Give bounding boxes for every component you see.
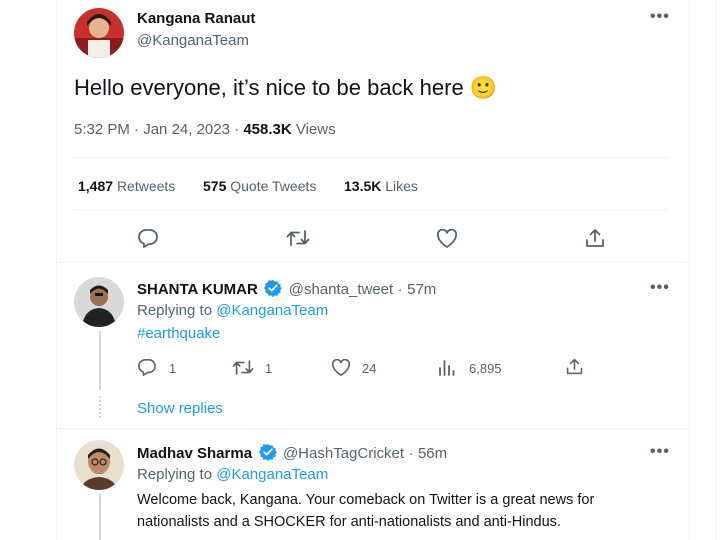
tweet-text: Hello everyone, it’s nice to be back her… [74,75,497,101]
retweet-count: 1 [265,361,273,376]
reply-author-name[interactable]: SHANTA KUMAR [137,281,258,298]
divider [57,262,687,263]
more-options-button[interactable]: ••• [650,279,670,297]
right-sidebar-edge [715,0,720,540]
thread-line [99,494,101,540]
meta-separator: · [408,445,414,462]
smile-emoji-icon: 🙂 [469,75,498,100]
retweets-count: 1,487 [78,178,114,194]
reply-icon[interactable] [137,228,159,248]
author-name[interactable]: Kangana Ranaut [137,10,255,27]
retweet-icon[interactable] [286,229,310,247]
reply-author-name[interactable]: Madhav Sharma [137,445,252,462]
reply-author-handle[interactable]: @shanta_tweet [289,281,393,298]
show-replies-link[interactable]: Show replies [137,400,223,417]
retweets-label: Retweets [116,178,176,194]
tweet-date[interactable]: Jan 24, 2023 [143,121,230,138]
reply-author-handle[interactable]: @HashTagCricket [283,445,404,462]
like-count: 24 [362,361,377,376]
views-label: Views [295,121,336,138]
tweet-meta: 5:32 PM · Jan 24, 2023 · 458.3K Views [74,121,336,138]
meta-separator: · [397,281,403,298]
replying-to-link[interactable]: @KanganaTeam [216,466,328,483]
thread-line [99,331,101,390]
divider [57,428,687,429]
more-options-button[interactable]: ••• [650,8,670,26]
divider [74,209,669,210]
author-handle[interactable]: @KanganaTeam [137,32,249,49]
reply-header: SHANTA KUMAR @shanta_tweet · 57m [137,279,436,302]
retweet-icon[interactable] [232,359,254,376]
tweet-text-content: Hello everyone, it’s nice to be back her… [74,75,464,100]
share-icon[interactable] [565,357,584,376]
replying-to: Replying to @KanganaTeam [137,302,328,319]
reply-time[interactable]: 56m [418,445,447,462]
likes-stat[interactable]: 13.5K Likes [344,178,418,194]
reply-icon[interactable] [137,358,157,376]
reply-hashtag[interactable]: #earthquake [137,325,220,342]
share-icon[interactable] [584,227,606,249]
thread-dots [99,396,103,418]
retweets-stat[interactable]: 1,487 Retweets [78,178,175,194]
reply-header: Madhav Sharma @HashTagCricket · 56m [137,443,447,466]
reply-time[interactable]: 57m [407,281,436,298]
replying-label: Replying to [137,466,213,483]
divider [74,157,669,158]
quotes-count: 575 [203,178,227,194]
views-count: 458.3K [243,121,292,138]
quotes-label: Quote Tweets [230,178,317,194]
replying-to-link[interactable]: @KanganaTeam [216,302,328,319]
likes-label: Likes [385,178,418,194]
reply-avatar[interactable] [74,440,124,490]
view-count: 6,895 [469,361,502,376]
quotes-stat[interactable]: 575 Quote Tweets [203,178,316,194]
replying-to: Replying to @KanganaTeam [137,466,328,483]
reply-avatar[interactable] [74,277,124,327]
likes-count: 13.5K [344,178,382,194]
like-icon[interactable] [331,359,351,377]
tweet-time[interactable]: 5:32 PM [74,121,130,138]
reply-count: 1 [169,361,177,376]
replying-label: Replying to [137,302,213,319]
reply-text-line: Welcome back, Kangana. Your comeback on … [137,492,595,508]
author-avatar[interactable] [74,8,124,58]
verified-icon [264,279,283,302]
verified-icon [258,443,277,466]
more-options-button[interactable]: ••• [650,443,670,461]
reply-text: Welcome back, Kangana. Your comeback on … [137,489,594,533]
views-icon[interactable] [438,359,456,376]
meta-separator: · [234,121,240,138]
like-icon[interactable] [436,229,458,249]
meta-separator: · [134,121,140,138]
reply-text-line: nationalists and a SHOCKER for anti-nati… [137,514,561,530]
